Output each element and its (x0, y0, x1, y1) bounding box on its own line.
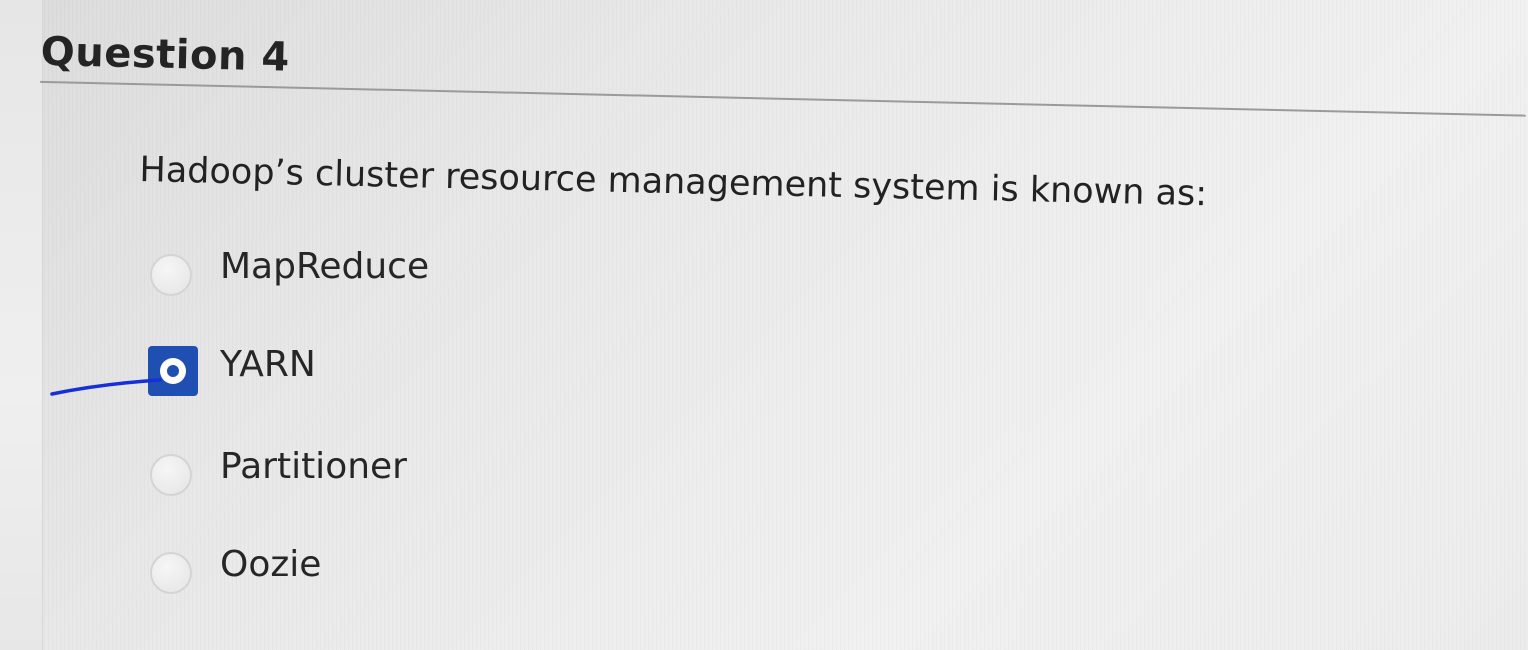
option-partitioner[interactable]: Partitioner (148, 446, 568, 502)
option-label: MapReduce (220, 246, 430, 287)
radio-button[interactable] (150, 254, 192, 296)
question-text: Hadoop’s cluster resource management sys… (139, 150, 1208, 215)
option-yarn[interactable]: YARN (148, 344, 568, 400)
radio-button[interactable] (150, 552, 192, 594)
radio-button[interactable] (150, 454, 192, 496)
option-label: Partitioner (220, 446, 407, 487)
option-label: YARN (220, 344, 316, 385)
question-body: Hadoop’s cluster resource management sys… (0, 0, 1528, 650)
option-label: Oozie (220, 544, 322, 585)
option-mapreduce[interactable]: MapReduce (148, 246, 568, 302)
radio-button-selected[interactable] (148, 346, 198, 396)
option-oozie[interactable]: Oozie (148, 544, 568, 600)
